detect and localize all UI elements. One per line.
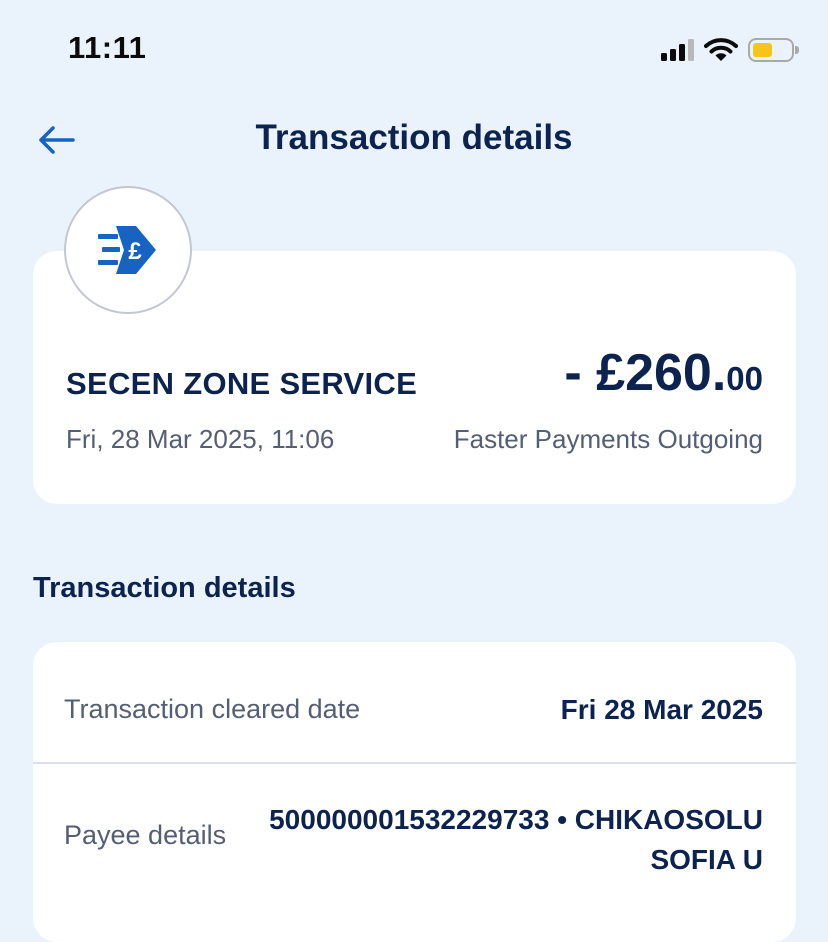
faster-payment-pound-icon: £ [98,226,156,274]
battery-icon [748,38,799,62]
detail-row-cleared-date: Transaction cleared date Fri 28 Mar 2025 [33,642,796,764]
transaction-date: Fri, 28 Mar 2025, 11:06 [66,424,335,454]
top-navigation: Transaction details [0,108,828,172]
merchant-name: SECEN ZONE SERVICE [66,366,418,401]
detail-label: Transaction cleared date [64,694,361,724]
detail-value: Fri 28 Mar 2025 [560,694,763,725]
amount-main: - £260. [564,344,727,402]
cellular-signal-icon [661,39,694,61]
amount-pence: 00 [726,360,763,397]
transaction-amount: - £260.00 [564,343,763,403]
svg-text:£: £ [128,238,142,265]
merchant-logo: £ [64,186,192,314]
transaction-type: Faster Payments Outgoing [453,424,763,454]
wifi-icon [704,38,738,61]
status-time: 11:11 [68,30,147,65]
detail-value: 500000001532229733 • CHIKAOSOLU SOFIA U [269,804,763,875]
status-bar: 11:11 [0,0,828,100]
detail-label: Payee details [64,820,227,850]
details-section-title: Transaction details [33,572,296,604]
status-icons [661,34,799,66]
page-title: Transaction details [255,118,573,157]
transaction-details-card: Transaction cleared date Fri 28 Mar 2025… [33,642,796,942]
detail-row-payee: Payee details 500000001532229733 • CHIKA… [33,764,796,904]
